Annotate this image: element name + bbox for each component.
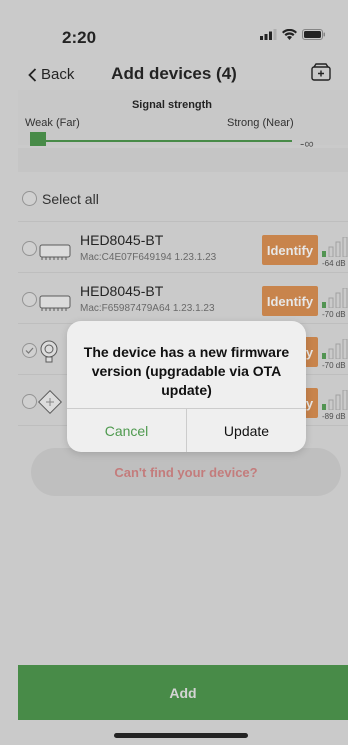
cancel-button[interactable]: Cancel (67, 409, 187, 452)
dialog-message: The device has a new firmware version (u… (83, 344, 290, 398)
app-screen: 2:20 Back Add devices (4) Signal strengt… (0, 0, 348, 745)
firmware-update-dialog: The device has a new firmware version (u… (67, 321, 306, 452)
update-button[interactable]: Update (187, 409, 306, 452)
dialog-actions: Cancel Update (67, 408, 306, 452)
